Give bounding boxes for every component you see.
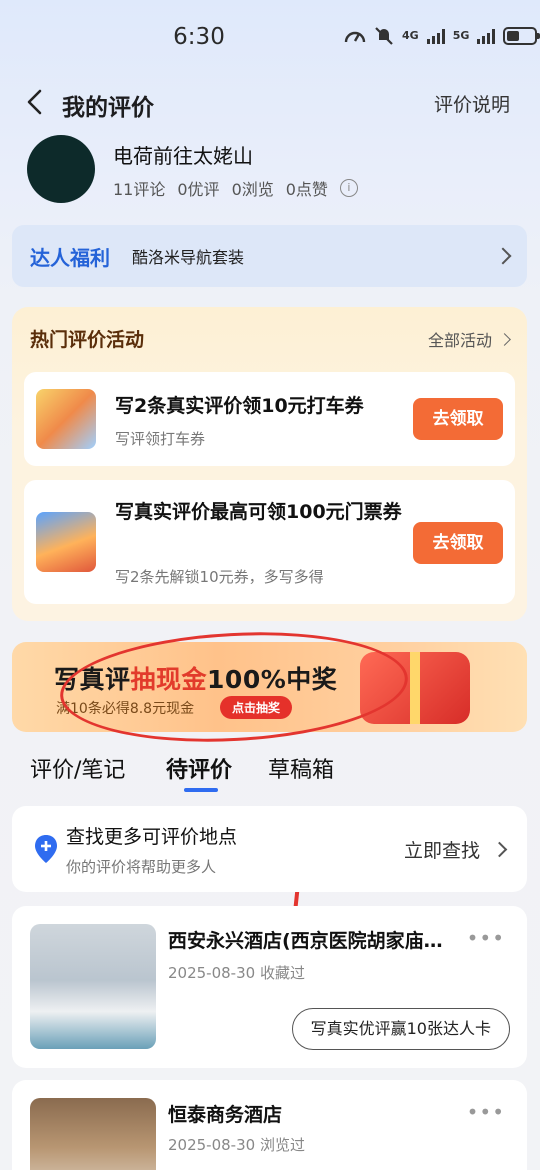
welfare-tag: 达人福利 <box>30 245 110 270</box>
place-meta: 2025-08-30 收藏过 <box>168 964 305 982</box>
activity-card[interactable]: 写真实评价最高可领100元门票券 写2条先解锁10元券，多写多得 去领取 <box>24 480 515 604</box>
hot-activities-title: 热门评价活动 <box>30 329 145 351</box>
gift-ribbon <box>410 652 420 724</box>
signal-icon <box>426 28 445 44</box>
chevron-right-icon <box>491 841 508 858</box>
status-icons: 4G 5G <box>344 26 540 46</box>
tab-reviews-notes[interactable]: 评价/笔记 <box>30 752 125 784</box>
stat-views: 0浏览 <box>231 180 274 199</box>
battery-icon <box>503 27 540 45</box>
location-pin-icon <box>35 835 57 863</box>
more-dots-icon[interactable]: ••• <box>467 1100 505 1124</box>
username: 电荷前往太姥山 <box>113 144 253 168</box>
hotel-room-photo <box>30 1098 156 1170</box>
claim-button[interactable]: 去领取 <box>413 522 503 564</box>
place-name: 西安永兴酒店(西京医院胡家庙… <box>168 930 443 952</box>
activity-title: 写真实评价最高可领100元门票券 <box>115 501 402 523</box>
expert-welfare-bar[interactable]: 达人福利 酷洛米导航套装 <box>12 225 527 287</box>
activity-subtitle: 写评领打车券 <box>115 430 206 448</box>
speed-icon <box>344 31 366 43</box>
activity-card[interactable]: 写2条真实评价领10元打车券 写评领打车券 去领取 <box>24 372 515 466</box>
welfare-text: 酷洛米导航套装 <box>132 248 245 267</box>
find-more-title: 查找更多可评价地点 <box>66 826 238 848</box>
network-4g: 4G <box>402 29 419 42</box>
stat-comments: 11评论 <box>113 180 166 199</box>
find-now-label: 立即查找 <box>403 840 480 862</box>
find-more-places-card[interactable]: 查找更多可评价地点 你的评价将帮助更多人 立即查找 <box>12 806 527 892</box>
find-now-button[interactable]: 立即查找 <box>403 836 508 863</box>
chevron-right-icon <box>498 332 511 346</box>
place-meta: 2025-08-30 浏览过 <box>168 1136 305 1154</box>
hot-activities-panel: 热门评价活动 全部活动 写2条真实评价领10元打车券 写评领打车券 去领取 写真… <box>12 307 527 621</box>
activity-subtitle: 写2条先解锁10元券，多写多得 <box>115 568 324 586</box>
active-tab-indicator <box>184 788 218 792</box>
taxi-coupon-thumbnail <box>36 389 96 449</box>
back-chevron-icon[interactable] <box>24 88 52 116</box>
status-time: 6:30 <box>173 24 225 50</box>
signal-icon-2 <box>477 28 496 44</box>
pending-review-item[interactable]: 西安永兴酒店(西京医院胡家庙… 2025-08-30 收藏过 ••• 写真实优评… <box>12 906 527 1068</box>
pending-review-item[interactable]: 恒泰商务酒店 2025-08-30 浏览过 ••• <box>12 1080 527 1170</box>
hotel-room-photo <box>30 924 156 1049</box>
review-explanation-link[interactable]: 评价说明 <box>434 90 510 117</box>
find-more-subtitle: 你的评价将帮助更多人 <box>66 858 217 876</box>
more-dots-icon[interactable]: ••• <box>467 926 505 950</box>
stat-good-reviews: 0优评 <box>177 180 220 199</box>
network-5g: 5G <box>452 29 470 42</box>
page-title: 我的评价 <box>62 95 154 121</box>
tab-drafts[interactable]: 草稿箱 <box>268 752 334 784</box>
stat-likes: 0点赞 <box>285 180 328 199</box>
write-review-button[interactable]: 写真实优评赢10张达人卡 <box>291 1008 510 1050</box>
place-name: 恒泰商务酒店 <box>168 1104 283 1126</box>
mute-bell-icon <box>375 27 393 45</box>
all-activities-label: 全部活动 <box>427 331 492 350</box>
activity-title: 写2条真实评价领10元打车券 <box>115 395 364 417</box>
tab-pending-review[interactable]: 待评价 <box>166 752 232 784</box>
profile-stats: 11评论 0优评 0浏览 0点赞 i <box>113 176 358 200</box>
chevron-right-icon <box>494 247 512 265</box>
claim-button[interactable]: 去领取 <box>413 398 503 440</box>
ticket-coupon-thumbnail <box>36 512 96 572</box>
avatar[interactable] <box>27 135 95 203</box>
info-icon[interactable]: i <box>339 179 358 197</box>
all-activities-link[interactable]: 全部活动 <box>427 327 511 351</box>
